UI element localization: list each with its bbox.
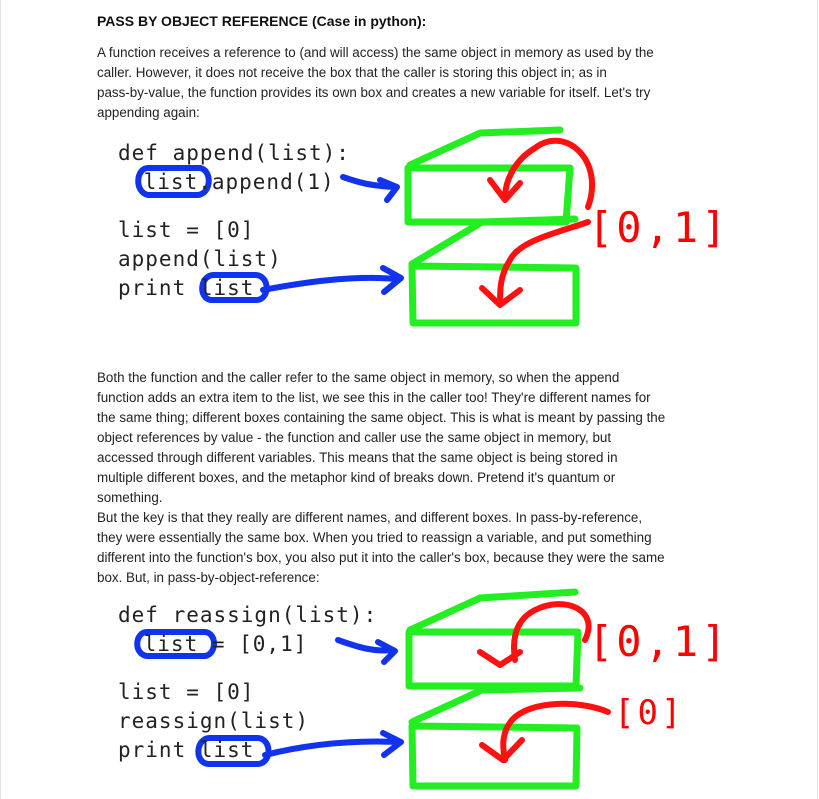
code-call-reassign: reassign(list) <box>118 709 310 733</box>
code-list-assign-2: list = [0] <box>118 680 255 704</box>
code-def-reassign: def reassign(list): <box>118 603 378 627</box>
red-arrow-upper-head-2 <box>477 649 523 668</box>
value-label-bottom: [0] <box>614 693 685 733</box>
blue-curve-print-2 <box>262 738 401 758</box>
code-print-list-2: print list <box>118 738 255 762</box>
box-function-upper-2 <box>406 588 579 634</box>
code-reassign-body: list = [0,1] <box>130 632 308 656</box>
value-label-top: [0,1] <box>588 617 730 666</box>
red-arrow-lower-2 <box>500 700 611 763</box>
